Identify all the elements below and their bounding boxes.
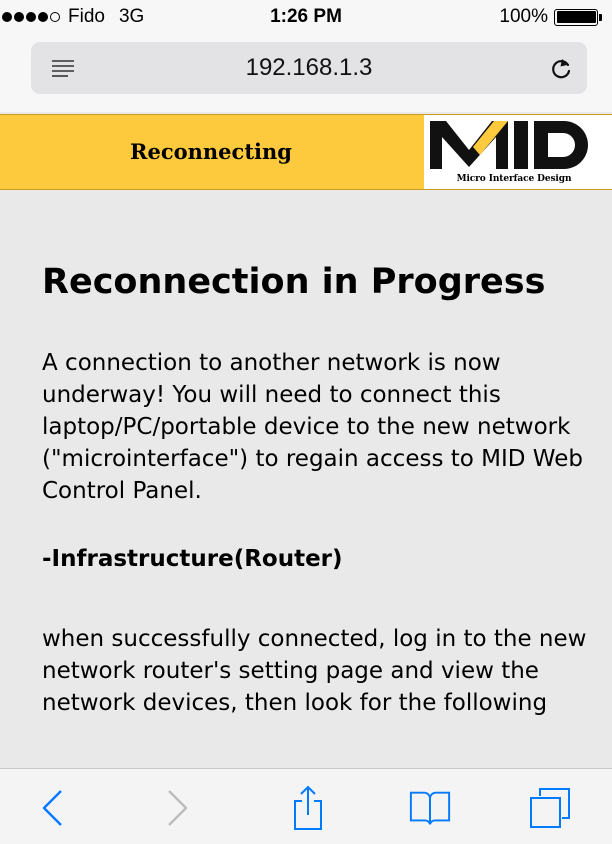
page-content: Reconnection in Progress A connection to…	[42, 258, 587, 719]
book-icon	[409, 791, 451, 825]
page-header-banner: Reconnecting Micro Interface Design	[0, 114, 612, 190]
status-bar: Fido 3G 1:26 PM 100%	[0, 0, 612, 32]
reload-icon[interactable]	[549, 55, 573, 81]
battery-percent: 100%	[499, 6, 548, 27]
page-heading: Reconnection in Progress	[42, 262, 546, 302]
instructions-text: when successfully connected, log in to t…	[42, 626, 587, 716]
browser-toolbar	[0, 768, 612, 844]
browser-navbar: 192.168.1.3	[0, 32, 612, 112]
page-header-title: Reconnecting	[130, 139, 292, 164]
back-button[interactable]	[30, 785, 74, 831]
mid-logo: Micro Interface Design	[424, 115, 612, 189]
logo-caption: Micro Interface Design	[456, 174, 572, 184]
forward-button[interactable]	[156, 785, 200, 831]
bookmarks-button[interactable]	[408, 785, 452, 831]
chevron-left-icon	[42, 790, 62, 826]
tabs-icon	[530, 788, 570, 828]
address-bar[interactable]: 192.168.1.3	[31, 42, 587, 94]
tabs-button[interactable]	[528, 785, 572, 831]
share-button[interactable]	[286, 785, 330, 831]
section-subheading: -Infrastructure(Router)	[42, 546, 343, 572]
share-icon	[294, 785, 322, 830]
status-bar-right: 100%	[499, 6, 602, 28]
chevron-right-icon	[168, 790, 188, 826]
url-text[interactable]: 192.168.1.3	[31, 54, 587, 82]
battery-icon	[554, 8, 598, 26]
reconnection-message: A connection to another network is now u…	[42, 350, 583, 504]
mid-logo-mark	[430, 121, 588, 169]
